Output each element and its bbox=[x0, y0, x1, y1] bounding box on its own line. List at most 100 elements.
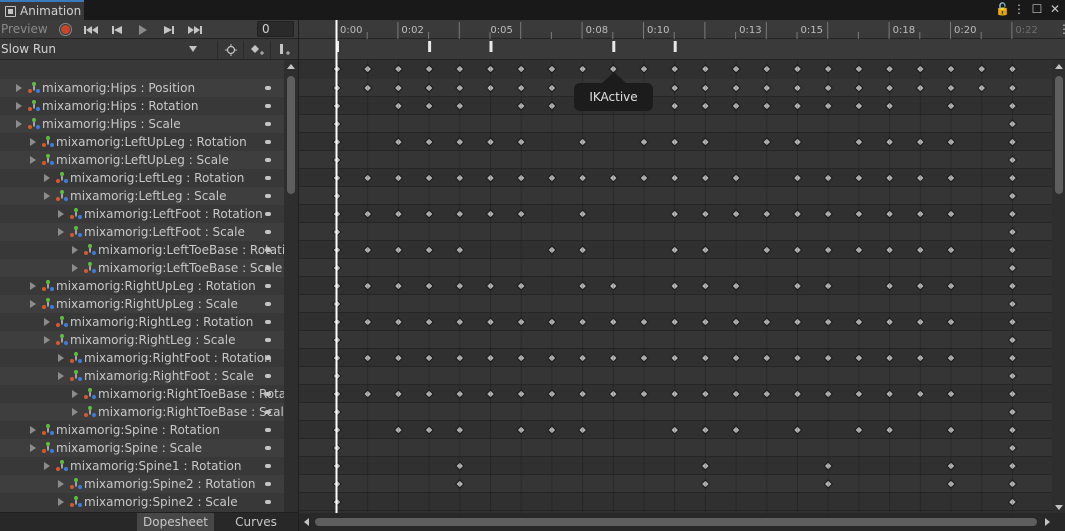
keyframe[interactable] bbox=[516, 173, 526, 183]
keyframe[interactable] bbox=[547, 425, 557, 435]
keyframe[interactable] bbox=[884, 137, 895, 147]
keyframe[interactable] bbox=[700, 389, 711, 399]
property-row[interactable]: mixamorig:LeftToeBase : Scale bbox=[0, 259, 284, 277]
track-row[interactable] bbox=[299, 475, 1065, 493]
keyframe[interactable] bbox=[823, 281, 833, 291]
summary-keyframe[interactable] bbox=[516, 64, 526, 74]
keyframe[interactable] bbox=[792, 353, 803, 363]
keyframe[interactable] bbox=[608, 173, 619, 183]
keyframe[interactable] bbox=[884, 209, 895, 219]
keyframe[interactable] bbox=[1007, 119, 1018, 129]
track-row[interactable] bbox=[299, 241, 1065, 259]
keyframe[interactable] bbox=[455, 389, 465, 399]
summary-keyframe[interactable] bbox=[577, 64, 588, 74]
keyframe[interactable] bbox=[455, 353, 465, 363]
keyframe[interactable] bbox=[946, 173, 956, 183]
animation-event-marker[interactable] bbox=[489, 41, 493, 52]
keyframe[interactable] bbox=[762, 137, 772, 147]
keyframe[interactable] bbox=[854, 137, 864, 147]
keyframe[interactable] bbox=[1007, 227, 1018, 237]
property-options-icon[interactable] bbox=[265, 266, 271, 270]
keyframe[interactable] bbox=[946, 425, 956, 435]
keyframe[interactable] bbox=[669, 209, 680, 219]
keyframe[interactable] bbox=[915, 209, 926, 219]
track-row[interactable] bbox=[299, 187, 1065, 205]
keyframe[interactable] bbox=[547, 245, 557, 255]
keyframe[interactable] bbox=[700, 317, 711, 327]
property-row[interactable]: mixamorig:RightFoot : Scale bbox=[0, 367, 284, 385]
keyframe[interactable] bbox=[332, 281, 342, 291]
keyframe[interactable] bbox=[915, 317, 926, 327]
lock-icon[interactable]: 🔓 bbox=[995, 2, 1010, 16]
keyframe[interactable] bbox=[332, 209, 342, 219]
property-options-icon[interactable] bbox=[265, 176, 271, 180]
scrollbar-thumb[interactable] bbox=[1055, 76, 1063, 194]
keyframe[interactable] bbox=[946, 245, 956, 255]
summary-keyframe[interactable] bbox=[362, 64, 373, 74]
property-row[interactable]: mixamorig:Hips : Rotation bbox=[0, 97, 284, 115]
property-options-icon[interactable] bbox=[265, 248, 271, 252]
keyframe[interactable] bbox=[700, 461, 711, 471]
property-row[interactable]: mixamorig:Spine : Rotation bbox=[0, 421, 284, 439]
keyframe[interactable] bbox=[669, 245, 680, 255]
keyframe[interactable] bbox=[669, 83, 680, 93]
property-row[interactable]: mixamorig:Hips : Scale bbox=[0, 115, 284, 133]
property-options-icon[interactable] bbox=[265, 302, 271, 306]
property-row[interactable]: mixamorig:Spine2 : Rotation bbox=[0, 475, 284, 493]
keyframe[interactable] bbox=[485, 281, 496, 291]
keyframe[interactable] bbox=[332, 479, 342, 489]
expand-arrow-icon[interactable] bbox=[58, 210, 64, 218]
keyframe[interactable] bbox=[639, 389, 649, 399]
keyframe[interactable] bbox=[424, 353, 434, 363]
maximize-icon[interactable]: ☐ bbox=[1031, 2, 1043, 16]
property-row[interactable]: mixamorig:RightLeg : Rotation bbox=[0, 313, 284, 331]
filter-by-selection-button[interactable] bbox=[217, 41, 243, 59]
keyframe[interactable] bbox=[393, 83, 404, 93]
keyframe[interactable] bbox=[577, 245, 588, 255]
keyframe[interactable] bbox=[516, 317, 526, 327]
keyframe[interactable] bbox=[823, 317, 833, 327]
scroll-up-icon[interactable] bbox=[287, 64, 295, 69]
keyframe[interactable] bbox=[1007, 299, 1018, 309]
keyframe[interactable] bbox=[823, 479, 833, 489]
keyframe[interactable] bbox=[332, 425, 342, 435]
keyframe[interactable] bbox=[455, 245, 465, 255]
keyframe[interactable] bbox=[946, 461, 956, 471]
preview-button[interactable]: Preview bbox=[0, 20, 50, 39]
keyframe[interactable] bbox=[547, 353, 557, 363]
keyframe[interactable] bbox=[332, 443, 342, 453]
expand-arrow-icon[interactable] bbox=[44, 174, 50, 182]
keyframe[interactable] bbox=[577, 209, 588, 219]
keyframe[interactable] bbox=[547, 317, 557, 327]
keyframe[interactable] bbox=[762, 209, 772, 219]
keyframe[interactable] bbox=[884, 425, 895, 435]
keyframe[interactable] bbox=[332, 263, 342, 273]
keyframe[interactable] bbox=[332, 317, 342, 327]
keyframe[interactable] bbox=[884, 281, 895, 291]
keyframe[interactable] bbox=[915, 245, 926, 255]
property-row[interactable]: mixamorig:LeftUpLeg : Rotation bbox=[0, 133, 284, 151]
keyframe[interactable] bbox=[577, 173, 588, 183]
keyframe[interactable] bbox=[823, 461, 833, 471]
property-options-icon[interactable] bbox=[265, 194, 271, 198]
property-row[interactable]: mixamorig:Spine : Scale bbox=[0, 439, 284, 457]
keyframe[interactable] bbox=[1007, 335, 1018, 345]
keyframe[interactable] bbox=[393, 317, 404, 327]
property-row[interactable]: mixamorig:RightToeBase : Scale bbox=[0, 403, 284, 421]
keyframe[interactable] bbox=[1007, 461, 1018, 471]
track-row[interactable] bbox=[299, 457, 1065, 475]
summary-keyframe[interactable] bbox=[639, 64, 649, 74]
keyframe[interactable] bbox=[455, 83, 465, 93]
ruler-menu-icon[interactable]: ⋮ bbox=[1058, 22, 1065, 36]
keyframe[interactable] bbox=[1007, 191, 1018, 201]
keyframe[interactable] bbox=[332, 137, 342, 147]
keyframe[interactable] bbox=[700, 353, 711, 363]
summary-keyframe[interactable] bbox=[884, 64, 895, 74]
expand-arrow-icon[interactable] bbox=[44, 192, 50, 200]
property-options-icon[interactable] bbox=[265, 122, 271, 126]
keyframe[interactable] bbox=[455, 425, 465, 435]
keyframe[interactable] bbox=[854, 389, 864, 399]
summary-keyframe[interactable] bbox=[915, 64, 926, 74]
tab-curves[interactable]: Curves bbox=[218, 513, 294, 531]
keyframe[interactable] bbox=[762, 317, 772, 327]
